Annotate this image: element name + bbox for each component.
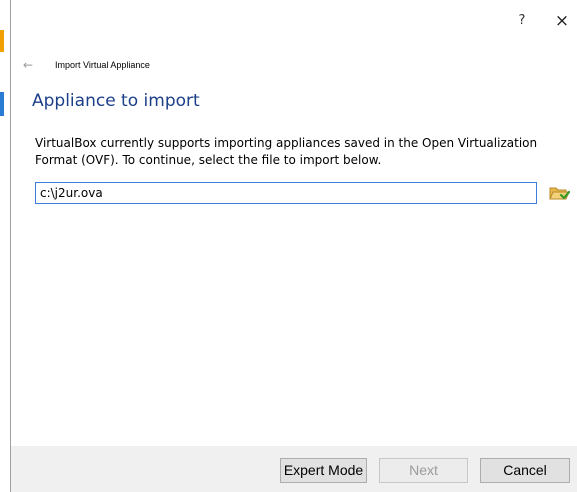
folder-open-glyph — [549, 187, 571, 200]
help-button[interactable]: ? — [507, 10, 537, 32]
import-appliance-dialog: ? × ← Import Virtual Appliance Appliance… — [10, 0, 577, 492]
file-path-input[interactable] — [35, 182, 537, 204]
back-arrow-icon[interactable]: ← — [23, 58, 39, 72]
background-accent-blue — [0, 92, 4, 116]
close-button[interactable]: × — [547, 10, 577, 32]
page-heading: Appliance to import — [32, 91, 200, 111]
background-window-strip — [0, 0, 10, 492]
expert-mode-button[interactable]: Expert Mode — [280, 458, 367, 483]
dialog-footer: Expert Mode Next Cancel — [11, 446, 577, 492]
next-button[interactable]: Next — [379, 458, 468, 483]
title-bar: ? × — [11, 0, 577, 42]
folder-open-icon[interactable] — [548, 183, 571, 203]
background-accent-orange — [0, 30, 4, 52]
wizard-title: Import Virtual Appliance — [55, 60, 150, 70]
page-description: VirtualBox currently supports importing … — [35, 136, 538, 167]
cancel-button[interactable]: Cancel — [480, 458, 570, 483]
